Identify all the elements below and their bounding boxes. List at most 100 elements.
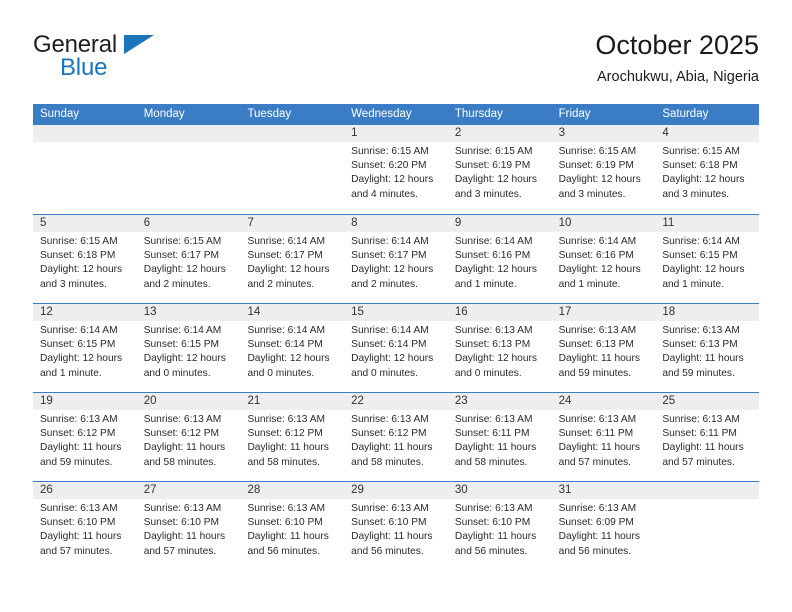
day-cell[interactable]: 13 Sunrise: 6:14 AM Sunset: 6:15 PM Dayligh… bbox=[136, 304, 241, 392]
sunset-text: Sunset: 6:10 PM bbox=[247, 517, 323, 529]
sunset-text: Sunset: 6:11 PM bbox=[454, 428, 530, 440]
day-cell[interactable]: 9 Sunrise: 6:14 AM Sunset: 6:16 PM Daylight… bbox=[447, 215, 552, 303]
day-cell-empty bbox=[136, 125, 241, 214]
sunrise-text: Sunrise: 6:14 AM bbox=[40, 325, 118, 336]
day-cell-empty bbox=[33, 125, 137, 214]
weekday-header-row: Sunday Monday Tuesday Wednesday Thursday Frid… bbox=[33, 104, 759, 125]
sunset-text: Sunset: 6:12 PM bbox=[351, 428, 427, 440]
sunset-text: Sunset: 6:15 PM bbox=[40, 339, 116, 351]
daylight-text: Daylight: 12 hours and 1 minute. bbox=[454, 264, 537, 290]
day-number: 13 bbox=[136, 304, 241, 321]
day-cell[interactable]: 1 Sunrise: 6:15 AM Sunset: 6:20 PM Daylight… bbox=[344, 125, 448, 214]
day-cell[interactable]: 17 Sunrise: 6:13 AM Sunset: 6:13 PM Dayligh… bbox=[551, 304, 656, 392]
week-row: 12 Sunrise: 6:14 AM Sunset: 6:15 PM Dayligh… bbox=[33, 303, 760, 392]
sunrise-text: Sunrise: 6:14 AM bbox=[558, 236, 637, 247]
day-cell[interactable]: 15 Sunrise: 6:14 AM Sunset: 6:14 PM Dayligh… bbox=[344, 304, 448, 392]
day-cell[interactable]: 31 Sunrise: 6:13 AM Sunset: 6:09 PM Dayligh… bbox=[551, 482, 656, 570]
daylight-text: Daylight: 11 hours and 57 minutes. bbox=[662, 442, 744, 468]
day-details: Sunrise: 6:13 AM Sunset: 6:12 PM Daylight:… bbox=[137, 410, 241, 470]
sunrise-text: Sunrise: 6:14 AM bbox=[351, 236, 429, 247]
day-details: Sunrise: 6:14 AM Sunset: 6:17 PM Daylight:… bbox=[240, 232, 344, 292]
day-cell[interactable]: 29 Sunrise: 6:13 AM Sunset: 6:10 PM Dayligh… bbox=[344, 482, 448, 570]
day-cell[interactable]: 30 Sunrise: 6:13 AM Sunset: 6:10 PM Dayligh… bbox=[447, 482, 552, 570]
day-cell[interactable]: 26 Sunrise: 6:13 AM Sunset: 6:10 PM Dayligh… bbox=[33, 482, 137, 570]
daylight-text: Daylight: 11 hours and 58 minutes. bbox=[351, 442, 433, 468]
day-cell[interactable]: 10 Sunrise: 6:14 AM Sunset: 6:16 PM Dayligh… bbox=[551, 215, 656, 303]
day-number bbox=[655, 482, 760, 499]
day-cell[interactable]: 7 Sunrise: 6:14 AM Sunset: 6:17 PM Daylight… bbox=[240, 215, 345, 303]
calendar-page: General Blue October 2025 Arochukwu, Abi… bbox=[0, 0, 792, 612]
sunrise-text: Sunrise: 6:14 AM bbox=[454, 236, 533, 247]
day-number: 12 bbox=[33, 304, 137, 321]
day-details: Sunrise: 6:14 AM Sunset: 6:15 PM Daylight:… bbox=[655, 232, 759, 292]
sunset-text: Sunset: 6:11 PM bbox=[662, 428, 737, 440]
day-details: Sunrise: 6:13 AM Sunset: 6:11 PM Daylight:… bbox=[552, 410, 656, 470]
sunset-text: Sunset: 6:10 PM bbox=[454, 517, 531, 529]
day-details: Sunrise: 6:13 AM Sunset: 6:11 PM Daylight:… bbox=[448, 410, 552, 470]
logo-top-row: General bbox=[33, 32, 233, 58]
sunrise-text: Sunrise: 6:14 AM bbox=[247, 236, 326, 247]
day-cell[interactable]: 27 Sunrise: 6:13 AM Sunset: 6:10 PM Dayligh… bbox=[136, 482, 241, 570]
sunset-text: Sunset: 6:13 PM bbox=[662, 339, 738, 351]
day-details: Sunrise: 6:15 AM Sunset: 6:20 PM Daylight:… bbox=[344, 142, 448, 202]
sunrise-text: Sunrise: 6:13 AM bbox=[351, 414, 429, 425]
generalblue-logo: General Blue bbox=[33, 32, 233, 92]
title-block: October 2025 Arochukwu, Abia, Nigeria bbox=[595, 28, 759, 88]
day-cell[interactable]: 18 Sunrise: 6:13 AM Sunset: 6:13 PM Dayligh… bbox=[655, 304, 760, 392]
day-cell[interactable]: 11 Sunrise: 6:14 AM Sunset: 6:15 PM Dayligh… bbox=[655, 215, 760, 303]
sunrise-text: Sunrise: 6:13 AM bbox=[351, 503, 429, 514]
day-cell[interactable]: 23 Sunrise: 6:13 AM Sunset: 6:11 PM Dayligh… bbox=[447, 393, 552, 481]
day-details: Sunrise: 6:13 AM Sunset: 6:10 PM Daylight:… bbox=[137, 499, 241, 559]
daylight-text: Daylight: 12 hours and 1 minute. bbox=[40, 353, 123, 379]
logo-text-blue: Blue bbox=[60, 54, 108, 81]
day-details: Sunrise: 6:13 AM Sunset: 6:12 PM Daylight:… bbox=[240, 410, 344, 470]
day-number: 26 bbox=[33, 482, 137, 499]
day-cell[interactable]: 28 Sunrise: 6:13 AM Sunset: 6:10 PM Dayligh… bbox=[240, 482, 345, 570]
day-cell[interactable]: 19 Sunrise: 6:13 AM Sunset: 6:12 PM Dayligh… bbox=[33, 393, 137, 481]
day-cell[interactable]: 20 Sunrise: 6:13 AM Sunset: 6:12 PM Dayligh… bbox=[136, 393, 241, 481]
sunset-text: Sunset: 6:18 PM bbox=[40, 250, 116, 262]
sunrise-text: Sunrise: 6:15 AM bbox=[143, 236, 222, 247]
day-number: 2 bbox=[447, 125, 552, 142]
day-cell[interactable]: 25 Sunrise: 6:13 AM Sunset: 6:11 PM Dayligh… bbox=[655, 393, 760, 481]
daylight-text: Daylight: 12 hours and 3 minutes. bbox=[662, 174, 745, 200]
sunrise-text: Sunrise: 6:13 AM bbox=[454, 414, 533, 425]
day-number: 7 bbox=[240, 215, 345, 232]
day-number: 29 bbox=[344, 482, 448, 499]
sunrise-text: Sunrise: 6:13 AM bbox=[558, 325, 637, 336]
day-number: 19 bbox=[33, 393, 137, 410]
day-details: Sunrise: 6:13 AM Sunset: 6:10 PM Daylight:… bbox=[344, 499, 448, 559]
sunset-text: Sunset: 6:09 PM bbox=[558, 517, 634, 529]
day-number: 8 bbox=[344, 215, 448, 232]
day-cell[interactable]: 12 Sunrise: 6:14 AM Sunset: 6:15 PM Dayligh… bbox=[33, 304, 137, 392]
sunset-text: Sunset: 6:12 PM bbox=[40, 428, 116, 440]
day-number: 28 bbox=[240, 482, 345, 499]
day-cell[interactable]: 3 Sunrise: 6:15 AM Sunset: 6:19 PM Daylight… bbox=[551, 125, 656, 214]
day-cell[interactable]: 5 Sunrise: 6:15 AM Sunset: 6:18 PM Daylight… bbox=[33, 215, 137, 303]
day-cell[interactable]: 4 Sunrise: 6:15 AM Sunset: 6:18 PM Daylight… bbox=[655, 125, 760, 214]
day-cell[interactable]: 6 Sunrise: 6:15 AM Sunset: 6:17 PM Daylight… bbox=[136, 215, 241, 303]
day-cell[interactable]: 14 Sunrise: 6:14 AM Sunset: 6:14 PM Dayligh… bbox=[240, 304, 345, 392]
sunset-text: Sunset: 6:11 PM bbox=[558, 428, 634, 440]
day-cell[interactable]: 2 Sunrise: 6:15 AM Sunset: 6:19 PM Daylight… bbox=[447, 125, 552, 214]
day-cell[interactable]: 21 Sunrise: 6:13 AM Sunset: 6:12 PM Dayligh… bbox=[240, 393, 345, 481]
day-details: Sunrise: 6:13 AM Sunset: 6:10 PM Daylight:… bbox=[33, 499, 137, 559]
day-number: 9 bbox=[447, 215, 552, 232]
day-details: Sunrise: 6:14 AM Sunset: 6:15 PM Daylight:… bbox=[33, 321, 137, 381]
day-details: Sunrise: 6:15 AM Sunset: 6:18 PM Daylight:… bbox=[33, 232, 137, 292]
day-cell[interactable]: 22 Sunrise: 6:13 AM Sunset: 6:12 PM Dayligh… bbox=[344, 393, 448, 481]
day-cell[interactable]: 16 Sunrise: 6:13 AM Sunset: 6:13 PM Dayligh… bbox=[447, 304, 552, 392]
day-number: 21 bbox=[240, 393, 345, 410]
page-subtitle: Arochukwu, Abia, Nigeria bbox=[597, 69, 759, 85]
daylight-text: Daylight: 11 hours and 57 minutes. bbox=[558, 442, 640, 468]
sunrise-text: Sunrise: 6:14 AM bbox=[662, 236, 740, 247]
sunrise-text: Sunrise: 6:15 AM bbox=[662, 146, 740, 157]
day-details: Sunrise: 6:14 AM Sunset: 6:14 PM Daylight:… bbox=[240, 321, 344, 381]
day-cell[interactable]: 8 Sunrise: 6:14 AM Sunset: 6:17 PM Daylight… bbox=[344, 215, 448, 303]
day-cell[interactable]: 24 Sunrise: 6:13 AM Sunset: 6:11 PM Dayligh… bbox=[551, 393, 656, 481]
day-number: 14 bbox=[240, 304, 345, 321]
daylight-text: Daylight: 11 hours and 56 minutes. bbox=[351, 531, 433, 557]
day-number: 11 bbox=[655, 215, 760, 232]
week-row: 26 Sunrise: 6:13 AM Sunset: 6:10 PM Dayligh… bbox=[33, 481, 760, 570]
daylight-text: Daylight: 11 hours and 57 minutes. bbox=[143, 531, 226, 557]
